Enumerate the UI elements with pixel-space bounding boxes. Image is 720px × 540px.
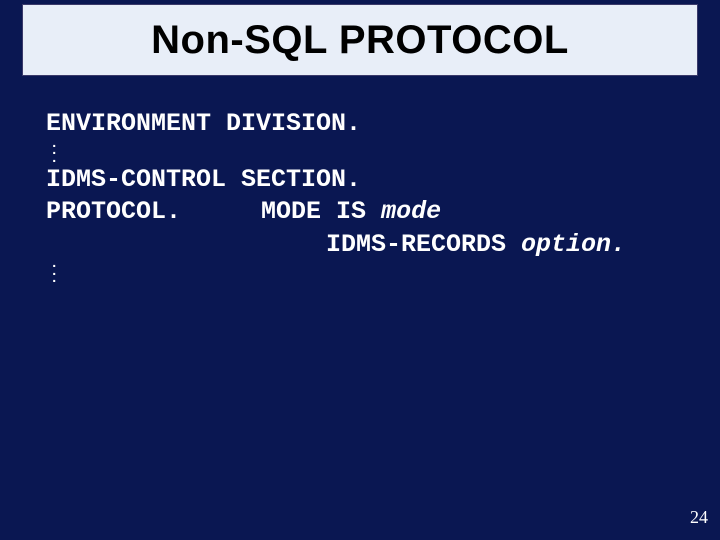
title-box: Non-SQL PROTOCOL [22,4,698,76]
ellipsis-dot: . [50,276,686,284]
mode-is-keyword: MODE IS [261,197,381,226]
ellipsis-dot: . [50,156,686,164]
ellipsis-dot: . [50,141,686,149]
mode-variable: mode [381,197,441,226]
ellipsis-dot: . [50,148,686,156]
line-environment-division: ENVIRONMENT DIVISION. [46,108,686,141]
line-protocol-mode: PROTOCOL. MODE IS mode [46,196,686,229]
code-body: ENVIRONMENT DIVISION. . . . IDMS-CONTROL… [46,108,686,284]
line-idms-records: IDMS-RECORDS option. [46,229,686,262]
slide: Non-SQL PROTOCOL ENVIRONMENT DIVISION. .… [0,0,720,540]
line-idms-control-section: IDMS-CONTROL SECTION. [46,164,686,197]
option-variable: option. [521,230,626,259]
slide-title: Non-SQL PROTOCOL [151,18,569,63]
ellipsis-dot: . [50,269,686,277]
protocol-keyword: PROTOCOL. [46,196,181,229]
ellipsis-dot: . [50,261,686,269]
idms-records-keyword: IDMS-RECORDS [326,230,521,259]
page-number: 24 [690,507,708,528]
